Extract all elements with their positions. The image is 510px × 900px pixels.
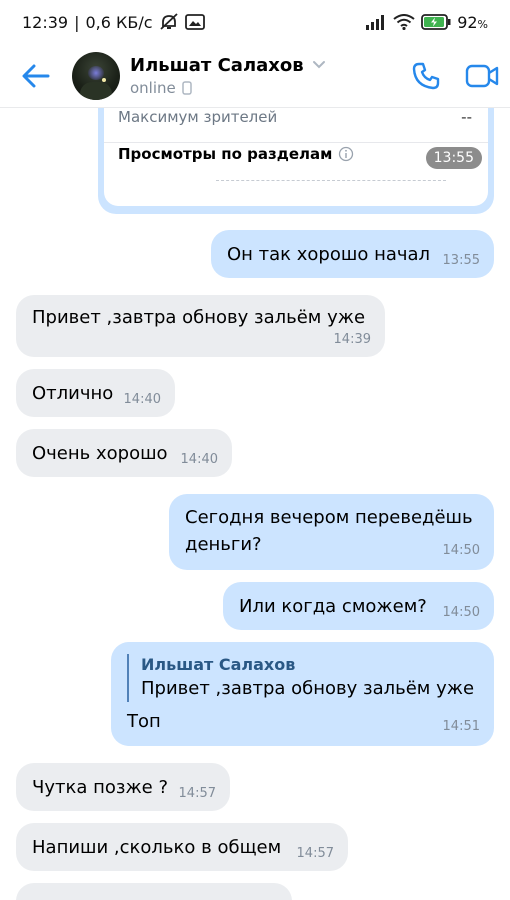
clipped-content xyxy=(216,180,446,181)
message-time: 14:40 xyxy=(180,452,218,467)
message-incoming[interactable]: Привет ,завтра обнову зальём уже 14:39 xyxy=(16,295,385,357)
message-text: Топ xyxy=(127,711,161,732)
signal-icon xyxy=(365,14,387,30)
message-incoming[interactable]: Напиши ,сколько в общем 14:57 xyxy=(16,823,348,871)
message-text: Чутка позже ? xyxy=(32,777,169,798)
message-text: Напиши ,сколько в общем xyxy=(32,837,282,858)
stats-row-section-views: Просмотры по разделам xyxy=(118,145,354,163)
message-time: 14:57 xyxy=(178,786,216,801)
message-time: 14:40 xyxy=(123,392,161,407)
battery-percent: 92% xyxy=(457,12,488,32)
message-outgoing[interactable]: Сегодня вечером переведёшь деньги? 14:50 xyxy=(169,494,494,570)
message-incoming-partial[interactable] xyxy=(16,883,292,900)
message-text: Отлично xyxy=(32,383,114,404)
message-outgoing-reply[interactable]: Ильшат Салахов Привет ,завтра обнову зал… xyxy=(111,642,494,746)
network-speed: 0,6 КБ/с xyxy=(85,12,153,32)
back-arrow-icon xyxy=(22,64,50,87)
avatar-face xyxy=(88,65,104,80)
contact-status: online xyxy=(130,78,176,97)
clock: 12:39 xyxy=(22,12,69,32)
reply-quote[interactable]: Ильшат Салахов Привет ,завтра обнову зал… xyxy=(127,654,478,702)
message-text: Он так хорошо начал xyxy=(227,244,431,265)
reply-text: Привет ,завтра обнову зальём уже xyxy=(141,678,475,699)
message-text: Сегодня вечером переведёшь деньги? xyxy=(185,507,473,555)
chevron-down-icon xyxy=(312,61,325,69)
message-time: 14:57 xyxy=(296,846,334,861)
message-incoming[interactable]: Отлично 14:40 xyxy=(16,369,175,417)
message-text: Привет ,завтра обнову зальём уже xyxy=(32,307,366,328)
message-incoming[interactable]: Чутка позже ? 14:57 xyxy=(16,763,230,811)
message-time: 14:51 xyxy=(442,719,480,734)
message-text: Или когда сможем? xyxy=(239,596,427,617)
stats-row-max-viewers: Максимум зрителей -- xyxy=(118,108,472,126)
mute-icon xyxy=(159,13,179,31)
call-button[interactable] xyxy=(398,44,454,108)
stats-section-title: Просмотры по разделам xyxy=(118,145,333,163)
call-icon xyxy=(412,62,440,89)
message-time: 14:50 xyxy=(442,605,480,620)
status-bar: 12:39 | 0,6 КБ/с 92% xyxy=(0,0,510,44)
stats-value: -- xyxy=(461,108,472,126)
message-list[interactable]: Максимум зрителей -- Просмотры по раздел… xyxy=(0,108,510,900)
video-call-button[interactable] xyxy=(454,44,510,108)
message-outgoing[interactable]: Или когда сможем? 14:50 xyxy=(223,582,494,630)
back-button[interactable] xyxy=(0,44,72,108)
wifi-icon xyxy=(393,14,415,30)
chat-screen: 12:39 | 0,6 КБ/с 92% Ильшат Салахов onli… xyxy=(0,0,510,900)
gallery-icon xyxy=(184,14,205,30)
chat-header: Ильшат Салахов online xyxy=(0,44,510,108)
chat-title[interactable]: Ильшат Салахов online xyxy=(130,55,398,97)
status-bar-right: 92% xyxy=(365,13,488,32)
avatar[interactable] xyxy=(72,51,120,100)
message-incoming[interactable]: Очень хорошо 14:40 xyxy=(16,429,232,477)
message-time: 13:55 xyxy=(442,253,480,268)
avatar-highlight xyxy=(102,77,106,82)
forwarded-stats-message[interactable]: Максимум зрителей -- Просмотры по раздел… xyxy=(98,108,494,214)
stats-label: Максимум зрителей xyxy=(118,108,278,126)
info-icon[interactable] xyxy=(338,146,354,162)
message-text: Очень хорошо xyxy=(32,443,168,464)
status-divider: | xyxy=(74,12,80,32)
status-bar-left: 12:39 | 0,6 КБ/с xyxy=(22,13,205,32)
message-outgoing[interactable]: Он так хорошо начал 13:55 xyxy=(211,230,494,278)
divider xyxy=(104,142,488,143)
avatar-body xyxy=(80,81,112,100)
video-call-icon xyxy=(465,64,499,87)
battery-icon xyxy=(421,14,451,30)
contact-status-row: online xyxy=(130,79,398,97)
message-time: 14:39 xyxy=(333,332,371,347)
reply-author: Ильшат Салахов xyxy=(141,655,296,674)
contact-name: Ильшат Салахов xyxy=(130,54,304,76)
phone-device-icon xyxy=(182,80,192,95)
message-time: 14:50 xyxy=(442,543,480,558)
contact-name-row: Ильшат Салахов xyxy=(130,55,398,76)
message-time: 13:55 xyxy=(425,147,482,169)
